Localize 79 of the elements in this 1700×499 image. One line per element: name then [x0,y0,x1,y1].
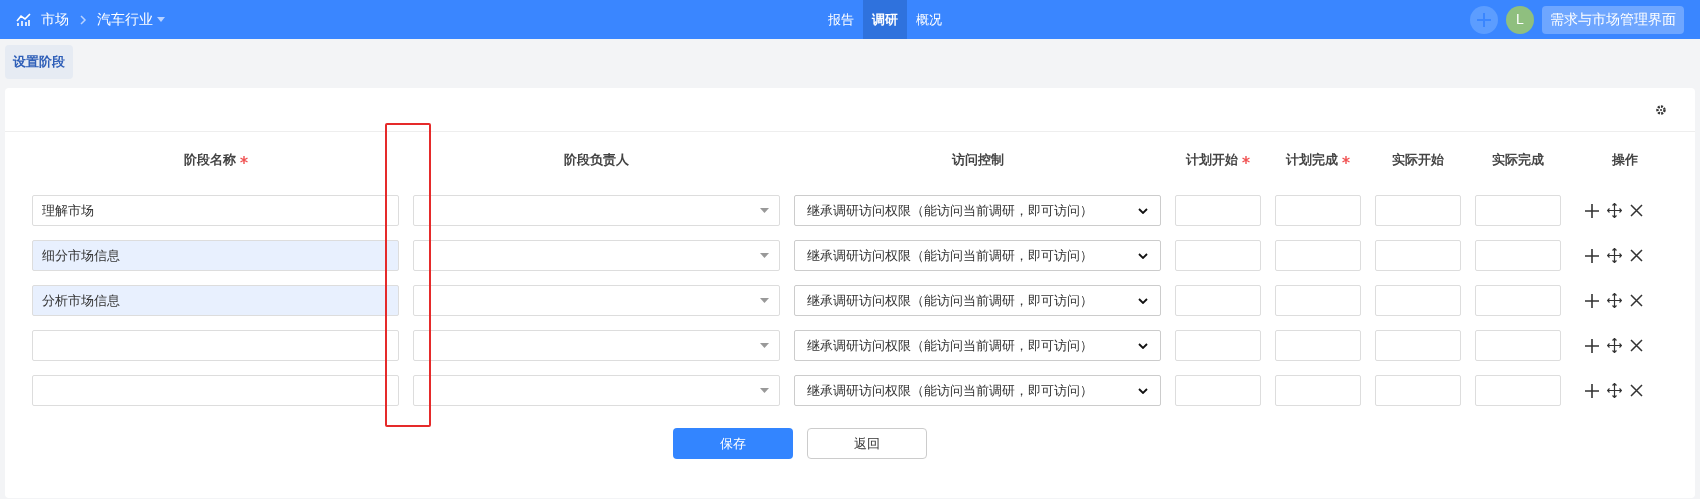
chevron-down-icon [1138,207,1148,214]
chevron-right-icon [79,13,87,26]
required-icon [1342,156,1350,164]
chart-icon [16,12,31,27]
actual-start-field[interactable] [1375,195,1461,226]
access-select[interactable]: 继承调研访问权限（能访问当前调研，即可访问） [794,375,1161,406]
column-header: 实际开始 [1392,151,1444,170]
plan-start-field[interactable] [1175,285,1261,316]
owner-select[interactable] [413,240,780,271]
stage-name-field[interactable]: 分析市场信息 [32,285,399,316]
close-icon[interactable] [1630,204,1643,217]
required-icon [1242,156,1250,164]
stage-name-field[interactable] [32,375,399,406]
caret-down-icon [760,343,769,348]
plan-end-field[interactable] [1275,330,1361,361]
actual-end-field[interactable] [1475,330,1561,361]
caret-down-icon [760,253,769,258]
back-button[interactable]: 返回 [807,428,927,459]
plan-start-field[interactable] [1175,375,1261,406]
actual-start-field[interactable] [1375,330,1461,361]
access-select[interactable]: 继承调研访问权限（能访问当前调研，即可访问） [794,195,1161,226]
column-header: 计划完成 [1286,151,1338,170]
close-icon[interactable] [1630,294,1643,307]
caret-down-icon [760,298,769,303]
access-select[interactable]: 继承调研访问权限（能访问当前调研，即可访问） [794,240,1161,271]
plan-start-field[interactable] [1175,195,1261,226]
owner-select[interactable] [413,330,780,361]
close-icon[interactable] [1630,339,1643,352]
move-icon[interactable] [1607,383,1622,398]
add-icon[interactable] [1585,293,1599,308]
actual-start-field[interactable] [1375,375,1461,406]
chevron-down-icon [1138,342,1148,349]
caret-down-icon [760,388,769,393]
owner-select[interactable] [413,195,780,226]
actual-start-field[interactable] [1375,285,1461,316]
required-icon [239,156,248,164]
column-header: 实际完成 [1492,151,1544,170]
access-select[interactable]: 继承调研访问权限（能访问当前调研，即可访问） [794,285,1161,316]
add-icon[interactable] [1585,248,1599,263]
caret-down-icon [760,208,769,213]
actual-end-field[interactable] [1475,375,1561,406]
move-icon[interactable] [1607,203,1622,218]
owner-select[interactable] [413,375,780,406]
chevron-down-icon [1138,252,1148,259]
move-icon[interactable] [1607,248,1622,263]
close-icon[interactable] [1630,249,1643,262]
move-icon[interactable] [1607,293,1622,308]
page-tab[interactable]: 设置阶段 [5,45,73,79]
plan-end-field[interactable] [1275,285,1361,316]
stage-name-field[interactable]: 细分市场信息 [32,240,399,271]
chevron-down-icon [1138,387,1148,394]
chevron-down-icon [1138,297,1148,304]
actual-end-field[interactable] [1475,240,1561,271]
column-header: 访问控制 [951,151,1004,170]
actual-end-field[interactable] [1475,195,1561,226]
stage-name-field[interactable] [32,330,399,361]
add-icon[interactable] [1585,338,1599,353]
access-select[interactable]: 继承调研访问权限（能访问当前调研，即可访问） [794,330,1161,361]
add-icon[interactable] [1585,383,1599,398]
plan-end-field[interactable] [1275,195,1361,226]
column-header: 阶段名称 [183,151,236,170]
close-icon[interactable] [1630,384,1643,397]
caret-down-icon[interactable] [157,17,165,22]
owner-select[interactable] [413,285,780,316]
stage-name-field[interactable]: 理解市场 [32,195,399,226]
nav-tab[interactable]: 调研 [863,0,907,39]
plan-end-field[interactable] [1275,240,1361,271]
column-header: 阶段负责人 [564,151,629,170]
plan-end-field[interactable] [1275,375,1361,406]
settings-icon[interactable] [1655,103,1667,116]
plan-start-field[interactable] [1175,240,1261,271]
actual-start-field[interactable] [1375,240,1461,271]
column-header: 计划开始 [1186,151,1238,170]
save-button[interactable]: 保存 [673,428,793,459]
actual-end-field[interactable] [1475,285,1561,316]
add-icon[interactable] [1585,203,1599,218]
move-icon[interactable] [1607,338,1622,353]
column-header: 操作 [1612,151,1638,170]
plan-start-field[interactable] [1175,330,1261,361]
